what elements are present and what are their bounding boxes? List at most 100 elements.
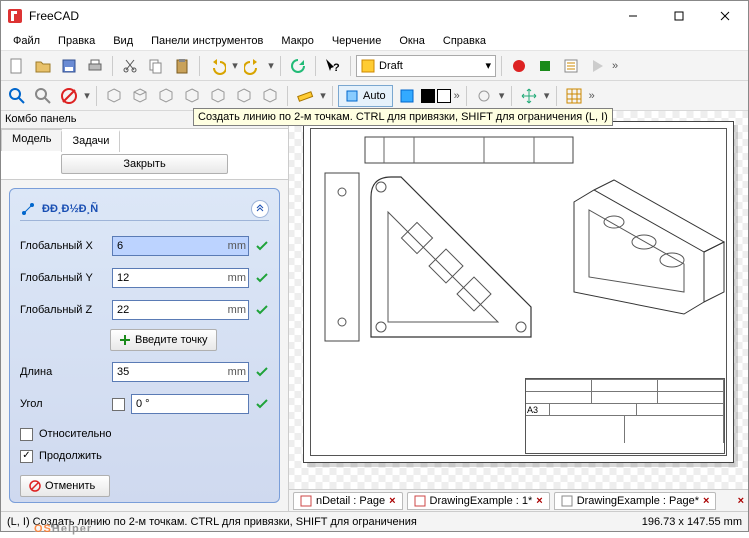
- menu-view[interactable]: Вид: [105, 33, 141, 49]
- macro-list-button[interactable]: [559, 54, 583, 78]
- relative-checkbox[interactable]: [20, 428, 33, 441]
- move-button[interactable]: [517, 84, 541, 108]
- macro-play-button[interactable]: [585, 54, 609, 78]
- continue-label: Продолжить: [39, 450, 102, 462]
- doc-tab-1[interactable]: nDetail : Page×: [293, 492, 403, 510]
- macro-record-button[interactable]: [507, 54, 531, 78]
- content-area: Комбо панель Модель Задачи Закрыть ÐÐ¸Ð½…: [1, 111, 748, 511]
- close-tab-icon[interactable]: ×: [536, 495, 542, 507]
- close-task-button[interactable]: Закрыть: [61, 154, 228, 174]
- undo-dropdown[interactable]: ▾: [231, 59, 239, 72]
- line-color-swatch[interactable]: [421, 89, 435, 103]
- workbench-label: Draft: [375, 60, 485, 72]
- view-iso-button[interactable]: [102, 84, 126, 108]
- cut-button[interactable]: [118, 54, 142, 78]
- label-length: Длина: [20, 366, 106, 378]
- input-gy[interactable]: 12mm: [112, 268, 249, 288]
- macro-stop-button[interactable]: [533, 54, 557, 78]
- close-tab-icon[interactable]: ×: [389, 495, 395, 507]
- separator: [350, 56, 351, 76]
- paste-button[interactable]: [170, 54, 194, 78]
- copy-button[interactable]: [144, 54, 168, 78]
- undo-button[interactable]: [205, 54, 229, 78]
- close-row: Закрыть: [1, 151, 288, 180]
- relative-row: Относительно: [20, 423, 269, 445]
- construction-mode-button[interactable]: [395, 84, 419, 108]
- close-tab-icon[interactable]: ×: [703, 495, 709, 507]
- auto-group-button[interactable]: Auto: [338, 85, 393, 107]
- input-gx[interactable]: 6mm: [112, 236, 249, 256]
- redo-dropdown[interactable]: ▾: [267, 59, 275, 72]
- snap-dropdown[interactable]: ▾: [498, 89, 506, 102]
- label-angle: Угол: [20, 398, 106, 410]
- field-length: Длина 35mm: [20, 359, 269, 385]
- drawstyle-dropdown[interactable]: ▾: [83, 89, 91, 102]
- doc-tab-2[interactable]: DrawingExample : 1*×: [407, 492, 550, 510]
- new-button[interactable]: [5, 54, 29, 78]
- view-iso: [544, 152, 734, 342]
- toolbar-overflow-3[interactable]: »: [588, 90, 596, 102]
- view-rear-button[interactable]: [206, 84, 230, 108]
- separator: [199, 56, 200, 76]
- separator: [556, 86, 557, 106]
- view-right-button[interactable]: [180, 84, 204, 108]
- menu-edit[interactable]: Правка: [50, 33, 103, 49]
- check-icon: [255, 365, 269, 379]
- drawing-canvas[interactable]: A3: [289, 111, 748, 489]
- collapse-button[interactable]: [251, 200, 269, 218]
- status-coords: 196.73 x 147.55 mm: [642, 516, 742, 528]
- menu-toolbars[interactable]: Панели инструментов: [143, 33, 271, 49]
- input-gz[interactable]: 22mm: [112, 300, 249, 320]
- field-global-x: Глобальный X 6mm: [20, 233, 269, 259]
- zoom-fit-button[interactable]: [5, 84, 29, 108]
- view-left-button[interactable]: [258, 84, 282, 108]
- task-title: ÐÐ¸Ð½Ð¸Ñ: [42, 203, 98, 215]
- angle-checkbox[interactable]: [112, 398, 125, 411]
- view-top-button[interactable]: [154, 84, 178, 108]
- separator: [315, 56, 316, 76]
- menu-help[interactable]: Справка: [435, 33, 494, 49]
- page-icon: [414, 495, 426, 507]
- menu-macro[interactable]: Макро: [273, 33, 321, 49]
- tab-model[interactable]: Модель: [1, 129, 62, 151]
- canvas-area: Создать линию по 2-м точкам. CTRL для пр…: [289, 111, 748, 511]
- open-button[interactable]: [31, 54, 55, 78]
- redo-button[interactable]: [241, 54, 265, 78]
- toolbar-overflow[interactable]: »: [611, 60, 619, 72]
- zoom-select-button[interactable]: [31, 84, 55, 108]
- snap-lock-button[interactable]: [472, 84, 496, 108]
- menu-draft[interactable]: Черчение: [324, 33, 390, 49]
- view-front: [366, 172, 536, 342]
- measure-dropdown[interactable]: ▾: [319, 89, 327, 102]
- watermark: OSHelper: [34, 512, 92, 538]
- print-button[interactable]: [83, 54, 107, 78]
- refresh-button[interactable]: [286, 54, 310, 78]
- grid-button[interactable]: [562, 84, 586, 108]
- continue-checkbox[interactable]: [20, 450, 33, 463]
- svg-text:?: ?: [333, 62, 340, 74]
- drawstyle-button[interactable]: [57, 84, 81, 108]
- toolbar-overflow-2[interactable]: »: [453, 90, 461, 102]
- format-cell: A3: [526, 404, 550, 415]
- move-dropdown[interactable]: ▾: [543, 89, 551, 102]
- view-bottom-button[interactable]: [232, 84, 256, 108]
- face-color-swatch[interactable]: [437, 89, 451, 103]
- tabs-close-all[interactable]: ×: [738, 495, 744, 507]
- close-button[interactable]: [702, 1, 748, 31]
- statusbar: (L, I) Создать линию по 2-м точкам. CTRL…: [1, 511, 748, 531]
- measure-button[interactable]: [293, 84, 317, 108]
- doc-tab-3[interactable]: DrawingExample : Page*×: [554, 492, 717, 510]
- menu-file[interactable]: Файл: [5, 33, 48, 49]
- tab-tasks[interactable]: Задачи: [61, 130, 120, 152]
- input-angle[interactable]: 0 °: [131, 394, 249, 414]
- view-front-button[interactable]: [128, 84, 152, 108]
- enter-point-button[interactable]: Введите точку: [110, 329, 217, 351]
- input-length[interactable]: 35mm: [112, 362, 249, 382]
- save-button[interactable]: [57, 54, 81, 78]
- whatsthis-button[interactable]: ?: [321, 54, 345, 78]
- maximize-button[interactable]: [656, 1, 702, 31]
- workbench-selector[interactable]: Draft ▾: [356, 55, 496, 77]
- cancel-button[interactable]: Отменить: [20, 475, 110, 497]
- menu-windows[interactable]: Окна: [391, 33, 433, 49]
- minimize-button[interactable]: [610, 1, 656, 31]
